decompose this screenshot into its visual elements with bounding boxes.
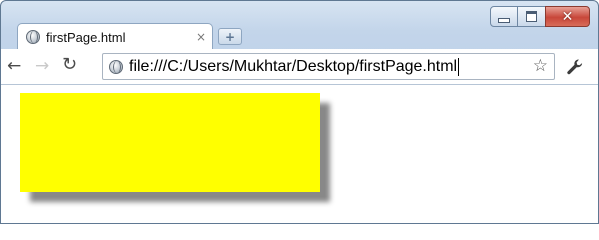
address-bar[interactable]: file:///C:/Users/Mukhtar/Desktop/firstPa… bbox=[102, 53, 555, 80]
url-text: file:///C:/Users/Mukhtar/Desktop/firstPa… bbox=[129, 57, 458, 75]
text-caret bbox=[458, 57, 460, 76]
reload-icon[interactable]: ↻ bbox=[62, 54, 77, 75]
globe-icon bbox=[26, 30, 40, 44]
maximize-icon bbox=[526, 11, 537, 22]
page-content bbox=[1, 85, 598, 223]
new-tab-icon: + bbox=[224, 29, 236, 44]
star-icon[interactable]: ☆ bbox=[533, 56, 548, 76]
minimize-icon bbox=[498, 17, 510, 23]
yellow-box bbox=[20, 93, 320, 192]
tab-title: firstPage.html bbox=[46, 29, 126, 45]
new-tab-button[interactable]: + bbox=[218, 28, 242, 45]
maximize-button[interactable] bbox=[518, 6, 545, 27]
back-arrow-icon[interactable]: ← bbox=[7, 56, 21, 76]
tab-firstpage[interactable]: firstPage.html × bbox=[17, 23, 213, 50]
close-window-button[interactable]: ✕ bbox=[545, 6, 590, 27]
window-controls: ✕ bbox=[490, 6, 590, 27]
forward-arrow-icon[interactable]: → bbox=[35, 56, 49, 76]
close-icon: ✕ bbox=[561, 8, 574, 25]
browser-window: ✕ firstPage.html × + ← → ↻ file:///C:/Us… bbox=[0, 0, 599, 224]
minimize-button[interactable] bbox=[490, 6, 518, 27]
page-icon bbox=[109, 59, 123, 74]
toolbar: ← → ↻ file:///C:/Users/Mukhtar/Desktop/f… bbox=[1, 49, 598, 85]
wrench-icon[interactable] bbox=[566, 58, 584, 76]
tab-close-icon[interactable]: × bbox=[196, 30, 206, 44]
